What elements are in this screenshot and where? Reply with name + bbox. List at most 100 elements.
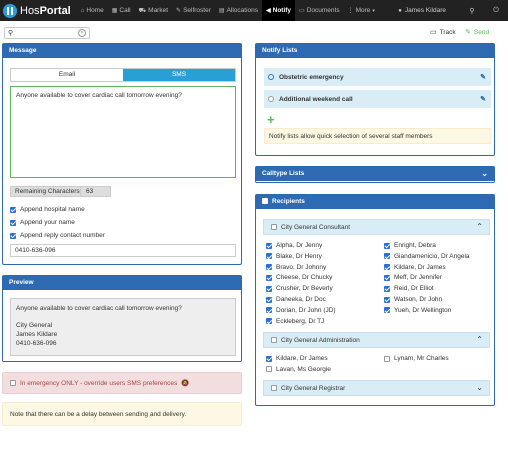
recipient-item[interactable]: Yueh, Dr Wellington <box>384 307 451 314</box>
power-icon[interactable]: ⏻ <box>484 7 508 15</box>
edit-icon[interactable]: ✎ <box>480 73 486 81</box>
recipient-checkbox[interactable] <box>384 242 390 249</box>
user-menu[interactable]: ● James Kildare <box>384 7 460 14</box>
recipient-item[interactable]: Eckleberg, Dr TJ <box>266 318 324 325</box>
send-button[interactable]: ✎ Send <box>465 28 489 37</box>
calltype-lists-panel[interactable]: Calltype Lists ⌄ <box>255 166 495 183</box>
tab-sms[interactable]: SMS <box>123 69 235 81</box>
track-button[interactable]: ▭ Track <box>430 28 456 37</box>
recipient-checkbox[interactable] <box>384 355 390 362</box>
group-header[interactable]: City General Registrar ⌄ <box>263 380 490 396</box>
recipient-name: Kildare, Dr James <box>394 263 446 271</box>
emergency-override[interactable]: In emergency ONLY - override users SMS p… <box>2 372 242 394</box>
recipient-checkbox[interactable] <box>266 355 272 362</box>
recipient-checkbox[interactable] <box>384 285 390 292</box>
recipient-checkbox[interactable] <box>266 307 272 314</box>
recipient-checkbox[interactable] <box>266 318 272 325</box>
radio-unselected[interactable] <box>268 96 274 102</box>
chevron-up-icon: ⌃ <box>476 335 483 344</box>
edit-icon[interactable]: ✎ <box>480 95 486 103</box>
recipient-item[interactable]: Alpha, Dr Jenny <box>266 242 322 249</box>
recipient-item[interactable]: Daneeka, Dr Doc <box>266 296 326 303</box>
append-reply-checkbox[interactable]: Append reply contact number <box>10 232 105 239</box>
notify-lists-panel: Notify Lists Obstetric emergency ✎ Addit… <box>255 43 495 156</box>
search-input[interactable]: ⚲ ✕ <box>4 27 90 39</box>
recipient-item[interactable]: Bravo, Dr Johnny <box>266 264 326 271</box>
recipient-checkbox[interactable] <box>266 242 272 249</box>
recipient-checkbox[interactable] <box>384 307 390 314</box>
emergency-checkbox[interactable] <box>10 380 16 386</box>
nav-documents[interactable]: ▭ Documents <box>295 0 344 21</box>
recipient-name: Lavan, Ms Georgie <box>276 365 331 373</box>
recipient-item[interactable]: Dorian, Dr John (JD) <box>266 307 336 314</box>
search-icon[interactable]: ⚲ <box>460 7 484 15</box>
recipient-checkbox[interactable] <box>384 264 390 271</box>
brand-name-part2: Portal <box>39 4 71 17</box>
caret-down-icon: ▾ <box>372 7 375 14</box>
recipient-name: Dorian, Dr John (JD) <box>276 306 336 314</box>
select-all-checkbox[interactable] <box>262 198 268 205</box>
clear-search-icon[interactable]: ✕ <box>78 29 86 37</box>
recipient-checkbox[interactable] <box>266 285 272 292</box>
add-list-icon[interactable]: + <box>267 113 275 126</box>
remaining-characters: Remaining Characters 63 <box>10 186 111 197</box>
recipient-item[interactable]: Enright, Debra <box>384 242 436 249</box>
calltype-lists-header[interactable]: Calltype Lists ⌄ <box>256 167 494 181</box>
send-icon: ✎ <box>465 29 471 36</box>
recipient-checkbox[interactable] <box>266 264 272 271</box>
group-checkbox[interactable] <box>271 385 277 391</box>
recipient-item[interactable]: Lynam, Mr Charles <box>384 355 449 362</box>
tab-email[interactable]: Email <box>11 69 123 81</box>
nav-call[interactable]: ▦ Call <box>108 0 135 21</box>
group-header[interactable]: City General Administration ⌃ <box>263 332 490 348</box>
preview-panel-header: Preview <box>3 276 241 290</box>
checkbox-checked-icon[interactable] <box>10 219 16 226</box>
recipient-name: Reid, Dr Elliot <box>394 285 434 293</box>
recipient-item[interactable]: Meff, Dr Jennifer <box>384 274 442 281</box>
calendar-icon: ▦ <box>111 8 118 14</box>
nav-selfroster[interactable]: ✎ Selfroster <box>172 0 215 21</box>
recipient-item[interactable]: Blake, Dr Henry <box>266 253 322 260</box>
nav-market[interactable]: ⛟ Market <box>135 0 172 21</box>
recipient-checkbox[interactable] <box>266 253 272 260</box>
recipient-item[interactable]: Lavan, Ms Georgie <box>266 366 331 373</box>
folder-icon: ▭ <box>299 8 305 14</box>
append-hospital-checkbox[interactable]: Append hospital name <box>10 206 85 213</box>
append-name-checkbox[interactable]: Append your name <box>10 219 75 226</box>
nav-notify[interactable]: ◀ Notify <box>262 0 296 21</box>
recipients-header: Recipients <box>256 195 494 209</box>
radio-selected[interactable] <box>268 74 274 80</box>
search-icon: ⚲ <box>8 30 14 37</box>
recipient-item[interactable]: Kildare, Dr James <box>266 355 328 362</box>
recipient-checkbox[interactable] <box>384 296 390 303</box>
recipient-checkbox[interactable] <box>384 274 390 281</box>
message-textarea[interactable]: Anyone available to cover cardiac call t… <box>10 86 236 178</box>
notify-list-item[interactable]: Obstetric emergency ✎ <box>264 68 491 86</box>
reply-number-input[interactable]: 0410-636-096 <box>10 244 236 257</box>
hosportal-logo-icon <box>3 3 17 18</box>
recipient-name: Yueh, Dr Wellington <box>394 306 452 314</box>
recipient-item[interactable]: Kildare, Dr James <box>384 264 446 271</box>
checkbox-checked-icon[interactable] <box>10 232 16 239</box>
recipient-checkbox[interactable] <box>266 366 272 373</box>
recipient-checkbox[interactable] <box>266 274 272 281</box>
recipient-item[interactable]: Crusher, Dr Beverly <box>266 285 333 292</box>
recipient-item[interactable]: Cheese, Dr Chucky <box>266 274 332 281</box>
recipient-name: Alpha, Dr Jenny <box>276 242 323 249</box>
nav-more[interactable]: ⋮ More ▾ <box>344 0 379 21</box>
recipient-checkbox[interactable] <box>384 253 390 260</box>
recipient-item[interactable]: Watson, Dr John <box>384 296 442 303</box>
brand-logo[interactable]: Hos Portal <box>3 3 71 18</box>
recipient-item[interactable]: Giandamenicio, Dr Angela <box>384 253 470 260</box>
group-checkbox[interactable] <box>271 337 277 343</box>
grid-icon: ▤ <box>218 8 225 14</box>
recipient-checkbox[interactable] <box>266 296 272 303</box>
group-header[interactable]: City General Consultant ⌃ <box>263 219 490 235</box>
nav-home[interactable]: ⌂ Home <box>77 0 108 21</box>
checkbox-checked-icon[interactable] <box>10 206 16 213</box>
user-icon: ● <box>398 8 402 14</box>
notify-list-item[interactable]: Additional weekend call ✎ <box>264 90 491 108</box>
recipient-item[interactable]: Reid, Dr Elliot <box>384 285 434 292</box>
nav-allocations[interactable]: ▤ Allocations <box>215 0 262 21</box>
group-checkbox[interactable] <box>271 224 277 230</box>
